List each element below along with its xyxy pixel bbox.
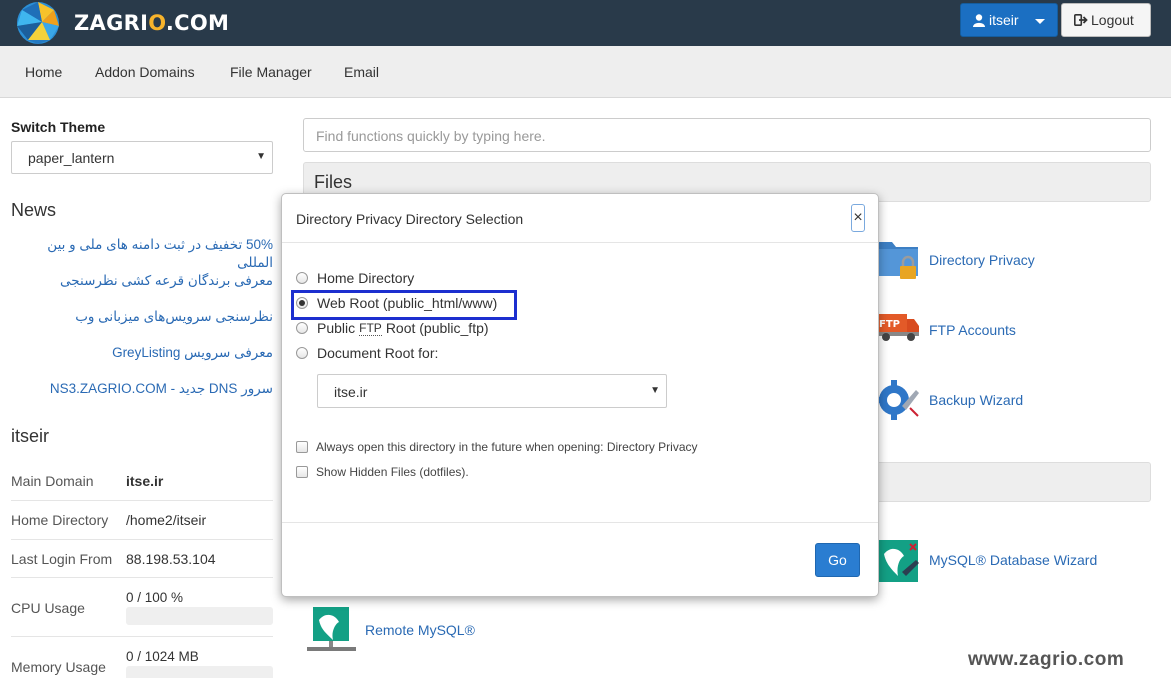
news-heading: News (11, 200, 57, 220)
checkbox-label: Show Hidden Files (dotfiles). (316, 465, 469, 479)
radio-circle-checked-icon[interactable] (296, 297, 308, 309)
stat-value: 0 / 1024 MB (126, 649, 199, 664)
nav-bar: Home Addon Domains File Manager Email (0, 46, 1171, 98)
ftp-truck-icon: FTP (876, 306, 920, 354)
account-heading: itseir (11, 426, 50, 446)
news-link[interactable]: معرفی سرویس GreyListing (11, 344, 273, 362)
switch-theme-label: Switch Theme (11, 119, 106, 135)
radio-document-root[interactable]: Document Root for: (296, 345, 438, 361)
dialog-footer-divider (282, 522, 878, 523)
radio-label: Web Root (public_html/www) (317, 295, 498, 311)
radio-circle-icon[interactable] (296, 347, 308, 359)
stat-label: Home Directory (11, 512, 109, 528)
zagrio-logo[interactable]: ZAGRIO.COM (14, 0, 229, 46)
stat-label: CPU Usage (11, 600, 85, 616)
stat-row: Memory Usage 0 / 1024 MB (11, 637, 273, 678)
select-arrow-icon: ▼ (650, 385, 660, 396)
user-menu-button[interactable]: itseir (960, 3, 1058, 37)
backup-wizard-link[interactable]: Backup Wizard (876, 376, 1023, 424)
remote-mysql-label: Remote MySQL® (365, 622, 475, 638)
chevron-down-icon (1035, 19, 1045, 24)
stat-row: CPU Usage 0 / 100 % (11, 578, 273, 637)
always-open-checkbox-row[interactable]: Always open this directory in the future… (296, 440, 698, 454)
go-button[interactable]: Go (815, 543, 860, 577)
radio-circle-icon[interactable] (296, 272, 308, 284)
stat-row: Last Login From 88.198.53.104 (11, 540, 273, 578)
nav-item-email[interactable]: Email (344, 64, 379, 80)
user-menu-label: itseir (989, 12, 1019, 28)
news-link[interactable]: نظرسنجی سرویس‌های میزبانی وب (11, 308, 273, 326)
databases-panel-heading[interactable] (860, 462, 1151, 502)
always-open-checkbox[interactable] (296, 441, 308, 453)
news-link[interactable]: 50% تخفیف در ثبت دامنه های ملی و بین الم… (11, 236, 273, 272)
logout-button[interactable]: Logout (1061, 3, 1151, 37)
checkbox-label: Always open this directory in the future… (316, 440, 698, 454)
ftp-accounts-link[interactable]: FTP FTP Accounts (876, 306, 1016, 354)
logo-text: ZAGRIO.COM (74, 11, 230, 35)
stat-row: Home Directory /home2/itseir (11, 501, 273, 540)
search-input[interactable]: Find functions quickly by typing here. (303, 118, 1151, 152)
radio-label-root: Root (public_ftp) (385, 320, 489, 336)
directory-privacy-label: Directory Privacy (929, 252, 1035, 268)
stat-label: Memory Usage (11, 659, 106, 675)
radio-label-ftp-abbr: FTP (359, 320, 382, 336)
mysql-database-wizard-label: MySQL® Database Wizard (929, 552, 1098, 568)
mysql-wizard-icon (876, 536, 920, 584)
radio-home-directory[interactable]: Home Directory (296, 270, 414, 286)
stat-value: 0 / 100 % (126, 590, 184, 605)
news-link[interactable]: معرفی برندگان قرعه کشی نظرسنجی (11, 272, 273, 290)
show-hidden-files-checkbox-row[interactable]: Show Hidden Files (dotfiles). (296, 465, 469, 479)
directory-selection-dialog: Directory Privacy Directory Selection × … (281, 193, 879, 597)
logout-label: Logout (1091, 12, 1134, 28)
files-heading-text: Files (314, 172, 353, 192)
logout-icon (1074, 14, 1088, 26)
folder-lock-icon (876, 236, 920, 284)
close-icon: × (853, 209, 863, 226)
user-icon (973, 13, 985, 27)
svg-text:FTP: FTP (879, 319, 900, 330)
backup-gear-icon (876, 376, 920, 424)
stat-label: Last Login From (11, 551, 113, 567)
stat-value: itse.ir (126, 473, 164, 489)
stat-label: Main Domain (11, 473, 94, 489)
show-hidden-files-checkbox[interactable] (296, 466, 308, 478)
nav-item-home[interactable]: Home (25, 64, 62, 80)
select-arrow-icon: ▼ (256, 151, 266, 162)
watermark-text: www.zagrio.com (968, 649, 1125, 670)
logo-globe-icon (14, 0, 62, 46)
news-link[interactable]: سرور DNS جدید - NS3.ZAGRIO.COM (11, 380, 273, 398)
document-root-select-value: itse.ir (334, 384, 368, 400)
radio-circle-icon[interactable] (296, 322, 308, 334)
radio-label: Home Directory (317, 270, 415, 286)
dialog-header: Directory Privacy Directory Selection × (282, 194, 878, 243)
radio-public-ftp-root[interactable]: Public FTP Root (public_ftp) (296, 320, 489, 336)
stat-row: Main Domain itse.ir (11, 461, 273, 501)
cpu-usage-bar (126, 607, 273, 625)
nav-item-file-manager[interactable]: File Manager (230, 64, 312, 80)
sidebar: Switch Theme paper_lantern ▼ News 50% تخ… (11, 98, 273, 678)
theme-select[interactable]: paper_lantern ▼ (11, 141, 273, 174)
remote-mysql-icon (307, 606, 356, 654)
close-button[interactable]: × (851, 204, 865, 232)
stat-value: 88.198.53.104 (126, 551, 216, 567)
dialog-title: Directory Privacy Directory Selection (296, 211, 524, 227)
backup-wizard-label: Backup Wizard (929, 392, 1024, 408)
nav-item-addon-domains[interactable]: Addon Domains (95, 64, 195, 80)
top-bar: ZAGRIO.COM itseir Logout (0, 0, 1171, 46)
radio-web-root[interactable]: Web Root (public_html/www) (296, 295, 497, 311)
memory-usage-bar (126, 666, 273, 678)
ftp-accounts-label: FTP Accounts (929, 322, 1016, 338)
document-root-select[interactable]: itse.ir ▼ (317, 374, 667, 408)
mysql-database-wizard-link[interactable]: MySQL® Database Wizard (876, 536, 1097, 584)
radio-label: Document Root for: (317, 345, 439, 361)
stat-value: /home2/itseir (126, 512, 207, 528)
radio-label-public: Public (317, 320, 356, 336)
remote-mysql-link[interactable]: Remote MySQL® (307, 606, 475, 654)
theme-select-value: paper_lantern (28, 150, 115, 166)
directory-privacy-link[interactable]: Directory Privacy (876, 236, 1035, 284)
